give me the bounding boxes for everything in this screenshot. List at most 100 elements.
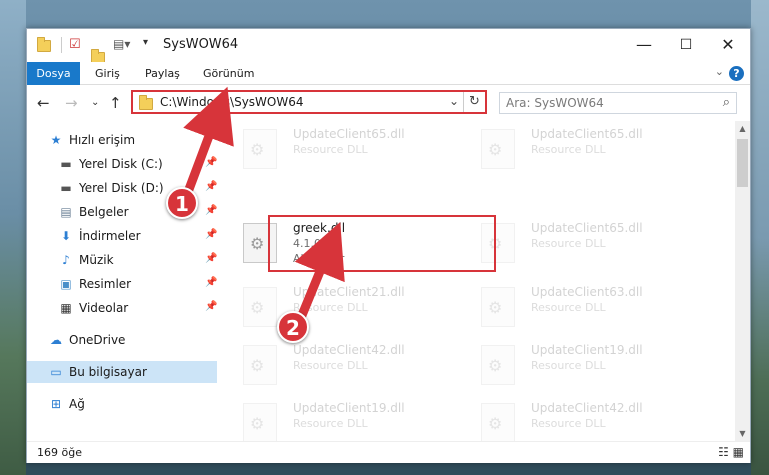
sidebar-item-label: Hızlı erişim	[69, 133, 136, 147]
search-icon[interactable]: ⌕	[723, 95, 730, 110]
sidebar-item-label: İndirmeler	[79, 229, 141, 243]
file-description: Resource DLL	[531, 143, 606, 156]
folder-icon	[139, 95, 153, 110]
sidebar-item-this-pc[interactable]: ▭ Bu bilgisayar	[27, 361, 217, 383]
list-item[interactable]: UpdateClient65.dll Resource DLL	[223, 123, 453, 173]
sidebar-item-label: Müzik	[79, 253, 114, 267]
list-item[interactable]: UpdateClient19.dll Resource DLL	[461, 339, 691, 389]
file-name: UpdateClient21.dll	[293, 285, 405, 299]
step-badge-2: 2	[277, 311, 309, 343]
cloud-icon: ☁	[50, 333, 62, 347]
sidebar-item-label: Bu bilgisayar	[69, 365, 147, 379]
computer-icon: ▭	[50, 365, 62, 379]
scroll-up-icon[interactable]: ▲	[735, 121, 750, 136]
file-description: Resource DLL	[531, 301, 606, 314]
pictures-icon: ▣	[60, 277, 72, 291]
navigation-pane: ★ Hızlı erişim ▬ Yerel Disk (C:) 📌 ▬ Yer…	[27, 121, 217, 441]
file-description: Resource DLL	[293, 301, 368, 314]
window-title: SysWOW64	[163, 37, 239, 52]
address-dropdown-icon[interactable]: ⌄	[449, 94, 459, 108]
sidebar-item-network[interactable]: ⊞ Ağ	[27, 393, 217, 415]
view-options-icon[interactable]: ▤▾	[113, 37, 130, 53]
list-item[interactable]: UpdateClient42.dll Resource DLL	[461, 397, 691, 441]
pin-icon[interactable]: 📌	[205, 301, 217, 312]
sidebar-item-music[interactable]: ♪ Müzik 📌	[27, 249, 217, 271]
list-item[interactable]: UpdateClient42.dll Resource DLL	[223, 339, 453, 389]
step-badge-1: 1	[166, 187, 198, 219]
separator	[61, 37, 62, 53]
ribbon-tabs: Dosya Giriş Paylaş Görünüm ⌄ ?	[27, 62, 750, 85]
tab-dosya[interactable]: Dosya	[27, 62, 80, 85]
dll-file-icon	[481, 129, 515, 169]
refresh-icon[interactable]: ↻	[463, 92, 485, 112]
address-bar[interactable]: C:\Windows\SysWOW64 ⌄ ↻	[131, 90, 487, 114]
pin-icon[interactable]: 📌	[205, 157, 217, 168]
sidebar-item-label: Resimler	[79, 277, 132, 291]
dll-file-icon	[243, 129, 277, 169]
list-item[interactable]: UpdateClient21.dll Resource DLL	[223, 281, 453, 331]
file-name: UpdateClient19.dll	[531, 343, 643, 357]
list-item[interactable]: UpdateClient65.dll Resource DLL	[461, 123, 691, 173]
file-name: UpdateClient63.dll	[531, 285, 643, 299]
desktop-wallpaper-left	[0, 0, 26, 475]
pin-icon[interactable]: 📌	[205, 253, 217, 264]
file-description: Resource DLL	[531, 237, 606, 250]
search-box[interactable]: Ara: SysWOW64 ⌕	[499, 92, 737, 114]
close-button[interactable]: ✕	[713, 33, 743, 57]
properties-icon[interactable]: ☑	[69, 37, 81, 53]
sidebar-item-onedrive[interactable]: ☁ OneDrive	[27, 329, 217, 351]
search-placeholder[interactable]: Ara: SysWOW64	[506, 96, 604, 110]
explorer-window: ☑ ▤▾ ▾ SysWOW64 — ☐ ✕ Dosya Giriş Paylaş…	[26, 28, 751, 463]
tab-paylas[interactable]: Paylaş	[135, 62, 190, 85]
scroll-down-icon[interactable]: ▼	[735, 426, 750, 441]
network-icon: ⊞	[50, 397, 62, 411]
sidebar-item-pictures[interactable]: ▣ Resimler 📌	[27, 273, 217, 295]
drive-icon: ▬	[60, 157, 72, 171]
scrollbar-thumb[interactable]	[737, 139, 748, 187]
sidebar-item-label: OneDrive	[69, 333, 126, 347]
list-item[interactable]: UpdateClient19.dll Resource DLL	[223, 397, 453, 441]
file-name: UpdateClient19.dll	[293, 401, 405, 415]
video-icon: ▦	[60, 301, 72, 315]
help-button[interactable]: ?	[729, 66, 744, 81]
forward-arrow-icon[interactable]: →	[65, 94, 78, 112]
customize-toolbar-icon[interactable]: ▾	[143, 37, 148, 53]
dll-file-icon	[243, 403, 277, 441]
address-path[interactable]: C:\Windows\SysWOW64	[160, 95, 304, 109]
list-item[interactable]: UpdateClient63.dll Resource DLL	[461, 281, 691, 331]
sidebar-item-local-disk-c[interactable]: ▬ Yerel Disk (C:) 📌	[27, 153, 217, 175]
status-bar: 169 öğe ☷ ▦	[27, 441, 750, 463]
minimize-button[interactable]: —	[629, 33, 659, 57]
pin-icon[interactable]: 📌	[205, 229, 217, 240]
file-name: UpdateClient65.dll	[531, 127, 643, 141]
pin-icon[interactable]: 📌	[205, 205, 217, 216]
tab-giris[interactable]: Giriş	[85, 62, 130, 85]
file-description: Resource DLL	[293, 359, 368, 372]
desktop-wallpaper-right	[751, 0, 769, 475]
ribbon-expand-icon[interactable]: ⌄	[715, 65, 724, 78]
tab-gorunum[interactable]: Görünüm	[193, 62, 264, 85]
recent-locations-icon[interactable]: ⌄	[91, 97, 99, 108]
title-bar: ☑ ▤▾ ▾ SysWOW64 — ☐ ✕	[27, 29, 750, 64]
file-description: Resource DLL	[531, 359, 606, 372]
pin-icon[interactable]: 📌	[205, 181, 217, 192]
maximize-button[interactable]: ☐	[671, 33, 701, 57]
sidebar-item-videos[interactable]: ▦ Videolar 📌	[27, 297, 217, 319]
up-arrow-icon[interactable]: ↑	[109, 94, 122, 112]
drive-icon: ▬	[60, 181, 72, 195]
file-name: UpdateClient42.dll	[293, 343, 405, 357]
sidebar-item-label: Ağ	[69, 397, 85, 411]
file-description: Resource DLL	[531, 417, 606, 430]
sidebar-item-quick-access[interactable]: ★ Hızlı erişim	[27, 129, 217, 151]
download-icon: ⬇	[60, 229, 72, 243]
back-arrow-icon[interactable]: ←	[37, 94, 50, 112]
star-icon: ★	[50, 133, 62, 147]
pin-icon[interactable]: 📌	[205, 277, 217, 288]
view-toggle-icons[interactable]: ☷ ▦	[718, 445, 744, 459]
vertical-scrollbar[interactable]: ▲ ▼	[735, 121, 750, 441]
address-row: ← → ⌄ ↑ C:\Windows\SysWOW64 ⌄ ↻ Ara: Sys…	[27, 85, 750, 121]
sidebar-item-label: Belgeler	[79, 205, 129, 219]
file-list: UpdateClient65.dll Resource DLL greek.dl…	[223, 121, 735, 441]
dll-file-icon	[481, 345, 515, 385]
sidebar-item-downloads[interactable]: ⬇ İndirmeler 📌	[27, 225, 217, 247]
